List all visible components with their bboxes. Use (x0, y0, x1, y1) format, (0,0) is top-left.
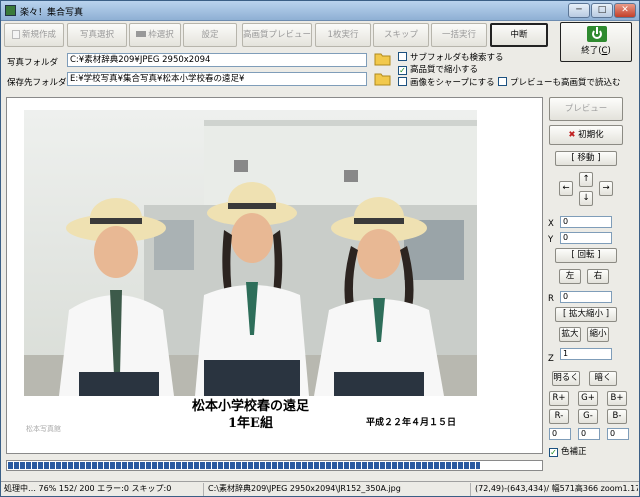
darker-button[interactable]: 暗く (589, 371, 617, 386)
rotate-header: [ 回転 ] (555, 248, 617, 263)
brighter-button[interactable]: 明るく (552, 371, 580, 386)
sharpen-box (398, 77, 407, 86)
search-subfolders-checkbox[interactable]: サブフォルダも検索する (398, 51, 504, 63)
move-header: [ 移動 ] (555, 151, 617, 166)
move-up-button[interactable]: ↑ (579, 172, 593, 187)
y-field[interactable]: 0 (560, 232, 612, 244)
exit-button[interactable]: 終了(C) (560, 22, 632, 62)
run-all-button[interactable]: 一括実行 (431, 23, 487, 47)
hq-shrink-label: 高品質で縮小する (410, 65, 479, 75)
z-field[interactable]: 1 (560, 348, 612, 360)
progress-fill (8, 462, 480, 469)
progress-bar (6, 460, 543, 471)
zoom-in-button[interactable]: 拡大 (559, 327, 581, 342)
sharpen-checkbox[interactable]: 画像をシャープにする (398, 76, 495, 88)
skip-button[interactable]: スキップ (373, 23, 429, 47)
hq-shrink-box: ✓ (398, 66, 407, 75)
zoom-out-button[interactable]: 縮小 (587, 327, 609, 342)
minimize-button[interactable]: ─ (568, 3, 590, 18)
sharpen-label: 画像をシャープにする (410, 78, 495, 88)
new-button[interactable]: 新規作成 (4, 23, 64, 47)
move-left-button[interactable]: ← (559, 181, 573, 196)
save-folder-field[interactable]: E:¥学校写真¥集合写真¥松本小学校春の遠足¥ (67, 72, 367, 86)
g-plus-button[interactable]: G+ (578, 391, 598, 406)
app-icon (5, 5, 16, 16)
r-field[interactable]: 0 (560, 291, 612, 303)
r-label: R (548, 294, 554, 304)
frame-select-label: 枠選択 (148, 30, 174, 40)
frame-select-button[interactable]: 枠選択 (129, 23, 181, 47)
maximize-button[interactable]: □ (591, 3, 613, 18)
preview-button[interactable]: プレビュー (549, 97, 623, 121)
photo-folder-browse-icon[interactable] (374, 51, 391, 66)
card-title: 松本小学校春の遠足 (191, 399, 309, 414)
preview-hq-box (498, 77, 507, 86)
r-plus-button[interactable]: R+ (549, 391, 569, 406)
exit-label: 終了(C) (581, 46, 611, 56)
z-label: Z (548, 354, 554, 364)
y-label: Y (548, 235, 554, 245)
x-field[interactable]: 0 (560, 216, 612, 228)
color-correct-box: ✓ (549, 448, 558, 457)
hq-preview-button[interactable]: 高画質プレビュー (242, 23, 312, 47)
close-button[interactable]: ✕ (614, 3, 636, 18)
b-value-field[interactable]: 0 (607, 428, 629, 440)
color-correct-label: 色補正 (561, 447, 587, 457)
move-down-button[interactable]: ↓ (579, 191, 593, 206)
b-minus-button[interactable]: B- (607, 409, 627, 424)
hq-shrink-checkbox[interactable]: ✓ 高品質で縮小する (398, 63, 478, 75)
search-subfolders-label: サブフォルダも検索する (410, 53, 504, 63)
status-bar: 処理中… 76% 152/ 200 エラー:0 スキップ:0 C:\素材辞典20… (1, 481, 639, 496)
save-folder-label: 保存先フォルダ (7, 78, 67, 88)
g-minus-button[interactable]: G- (578, 409, 598, 424)
photo-card: 松本小学校春の遠足 1年E組 平成２２年４月１５日 松本写真館 (24, 110, 477, 437)
group-photo (24, 110, 477, 396)
title-bar: 楽々！集合写真 ─ □ ✕ (1, 1, 639, 21)
r-minus-button[interactable]: R- (549, 409, 569, 424)
preview-hq-checkbox[interactable]: プレビューも高画質で読込む (498, 76, 621, 88)
status-file: C:\素材辞典209\JPEG 2950x2094\JR152_350A.jpg (206, 483, 471, 496)
g-value-field[interactable]: 0 (578, 428, 600, 440)
new-button-label: 新規作成 (21, 30, 56, 40)
x-icon: ✖ (568, 130, 576, 140)
status-processing: 処理中… 76% 152/ 200 エラー:0 スキップ:0 (2, 483, 204, 496)
stop-button[interactable]: 中断 (490, 23, 548, 47)
card-date: 平成２２年４月１５日 (366, 418, 457, 428)
preview-hq-label: プレビューも高画質で読込む (510, 78, 621, 88)
rotate-right-button[interactable]: 右 (587, 269, 609, 284)
status-coords: (72,49)-(643,434)/ 幅571高366 zoom1.17300 (475, 484, 638, 493)
photo-folder-label: 写真フォルダ (7, 58, 59, 68)
zoom-header: [ 拡大縮小 ] (555, 307, 617, 322)
reset-button[interactable]: ✖ 初期化 (549, 125, 623, 145)
photo-select-button[interactable]: 写真選択 (67, 23, 127, 47)
app-window: 楽々！集合写真 ─ □ ✕ 新規作成 写真選択 枠選択 設定 高画質プレビュー … (0, 0, 640, 497)
settings-button[interactable]: 設定 (183, 23, 237, 47)
r-value-field[interactable]: 0 (549, 428, 571, 440)
search-subfolders-box (398, 52, 407, 61)
run-one-button[interactable]: 1枚実行 (315, 23, 371, 47)
save-folder-browse-icon[interactable] (374, 71, 391, 86)
exit-icon (587, 26, 607, 42)
reset-label: 初期化 (578, 130, 604, 140)
b-plus-button[interactable]: B+ (607, 391, 627, 406)
rotate-left-button[interactable]: 左 (559, 269, 581, 284)
new-icon (11, 30, 20, 39)
photo-folder-field[interactable]: C:¥素材辞典209¥JPEG 2950x2094 (67, 53, 367, 67)
card-studio: 松本写真館 (26, 425, 61, 433)
x-label: X (548, 219, 554, 229)
preview-area[interactable]: 松本小学校春の遠足 1年E組 平成２２年４月１５日 松本写真館 (6, 97, 543, 454)
window-title: 楽々！集合写真 (20, 8, 84, 18)
side-panel: プレビュー ✖ 初期化 [ 移動 ] ↑ ← → ↓ X 0 Y 0 [ 回転 … (547, 92, 635, 460)
move-right-button[interactable]: → (599, 181, 613, 196)
color-correct-checkbox[interactable]: ✓ 色補正 (549, 445, 587, 457)
frame-icon (136, 31, 147, 37)
